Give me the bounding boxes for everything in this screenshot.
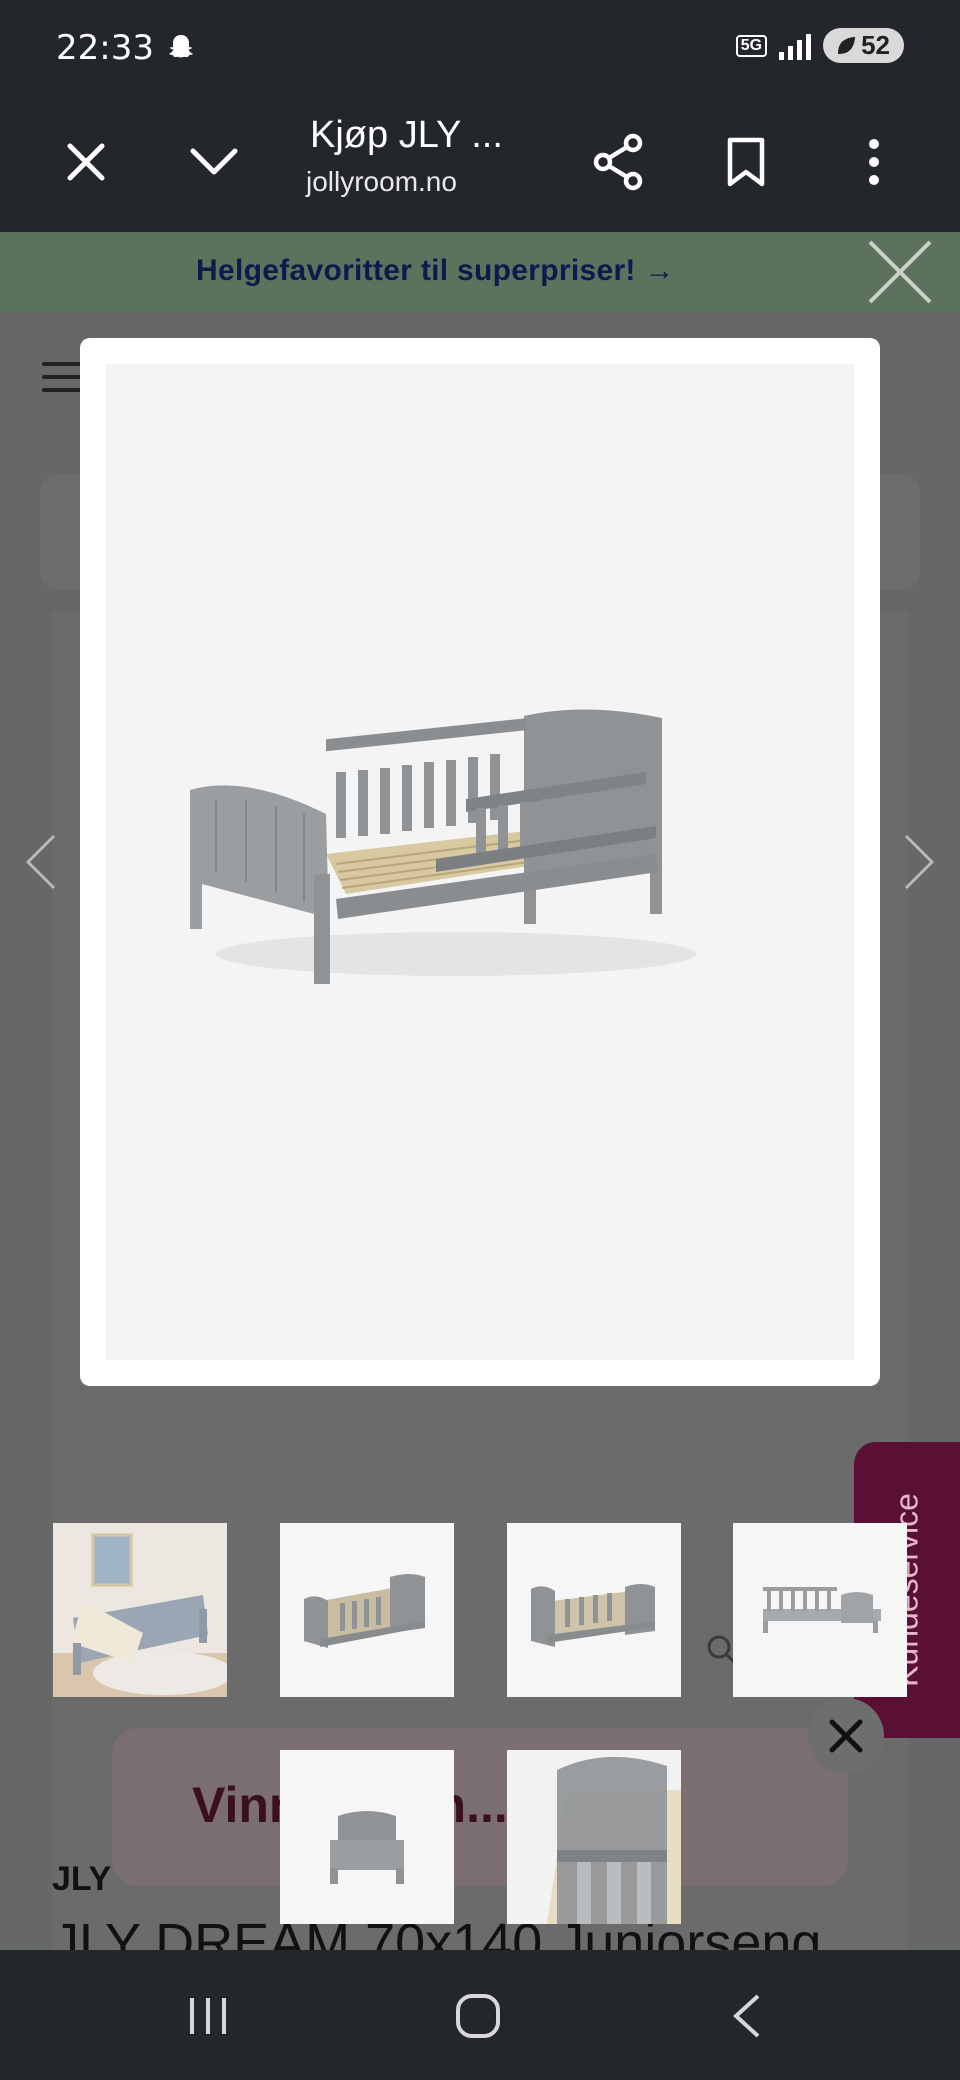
gallery-thumbnail-6[interactable] (507, 1750, 681, 1924)
signal-icon (779, 32, 812, 60)
promo-banner-text[interactable]: Helgefavoritter til superpriser! → (196, 254, 675, 288)
status-indicators: 5G 52 (735, 28, 904, 63)
thumbnail-bed-image (280, 1750, 454, 1924)
snapchat-ghost-icon (169, 35, 193, 58)
gallery-thumbnail-4[interactable] (733, 1523, 907, 1697)
bookmark-icon[interactable] (714, 130, 778, 194)
home-icon[interactable] (454, 1992, 502, 2040)
page-url[interactable]: jollyroom.no (306, 166, 457, 198)
win-promo-pill[interactable]: Vinn... for n...kke! (112, 1728, 848, 1886)
network-badge: 5G (735, 34, 768, 57)
browser-toolbar: Kjøp JLY ... jollyroom.no (0, 96, 960, 232)
gallery-thumbnail-5[interactable] (280, 1750, 454, 1924)
menu-icon[interactable] (42, 362, 82, 401)
promo-close-icon[interactable] (864, 236, 936, 308)
thumbnail-room-image (53, 1523, 227, 1697)
more-options-icon[interactable] (842, 130, 906, 194)
product-brand: JLY (52, 1860, 112, 1898)
gallery-thumbnail-2[interactable] (280, 1523, 454, 1697)
back-icon[interactable] (730, 1992, 764, 2040)
battery-level: 52 (861, 30, 890, 60)
gallery-next-icon[interactable] (898, 832, 938, 892)
chevron-down-icon[interactable] (182, 130, 246, 194)
close-icon (829, 1719, 863, 1753)
thumbnail-bed-image (280, 1523, 454, 1697)
page-title[interactable]: Kjøp JLY ... (310, 114, 503, 157)
bed-image (190, 709, 696, 984)
status-bar: 22:33 5G 52 (0, 0, 960, 96)
promo-banner[interactable]: Helgefavoritter til superpriser! → (0, 232, 960, 312)
image-modal[interactable] (80, 338, 880, 1386)
close-tab-icon[interactable] (54, 130, 118, 194)
thumbnail-bed-image (507, 1523, 681, 1697)
recent-apps-icon[interactable] (186, 1994, 230, 2038)
thumbnail-bed-detail-image (507, 1750, 681, 1924)
status-time: 22:33 (56, 28, 154, 68)
win-promo-close-button[interactable] (808, 1698, 884, 1774)
modal-product-image[interactable] (106, 364, 854, 1360)
battery-indicator: 52 (823, 28, 904, 63)
gallery-prev-icon[interactable] (22, 832, 62, 892)
share-icon[interactable] (586, 130, 650, 194)
gallery-thumbnail-3[interactable] (507, 1523, 681, 1697)
thumbnail-bed-image (733, 1523, 907, 1697)
system-navigation-bar (0, 1950, 960, 2080)
gallery-thumbnail-1[interactable] (53, 1523, 227, 1697)
leaf-icon (838, 36, 856, 54)
